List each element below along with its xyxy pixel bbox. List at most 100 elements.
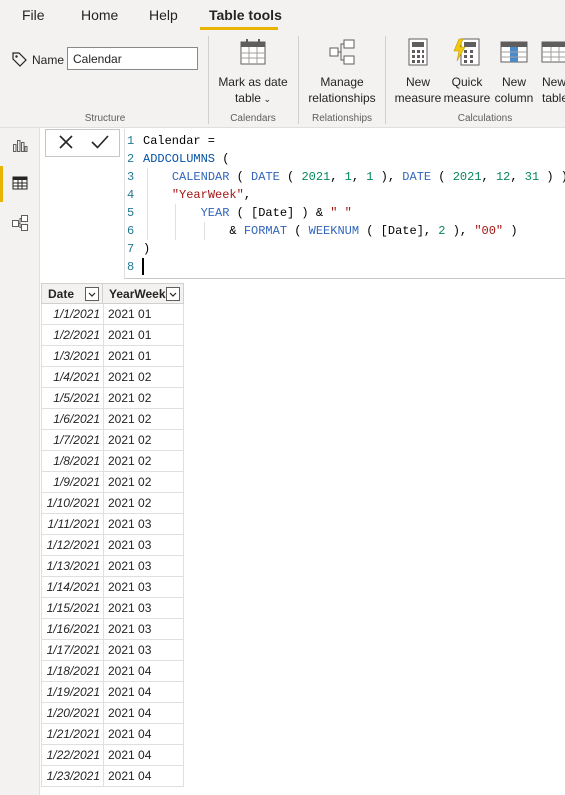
menu-tab-table-tools[interactable]: Table tools — [209, 7, 282, 23]
menu-bar: File Home Help Table tools — [0, 0, 565, 32]
code-line: 2 ADDCOLUMNS ( — [125, 150, 565, 168]
line-number: 3 — [127, 170, 135, 184]
table-row[interactable]: 1/11/2021 2021 03 — [41, 514, 184, 535]
column-divider — [103, 388, 104, 409]
mark-date-label-2: table ⌄ — [234, 91, 272, 105]
cancel-formula-button[interactable] — [48, 130, 84, 156]
table-row[interactable]: 1/21/2021 2021 04 — [41, 724, 184, 745]
model-view-icon — [11, 214, 29, 235]
date-cell: 1/14/2021 — [46, 580, 100, 594]
code-text: CALENDAR ( DATE ( 2021, 1, 1 ), DATE ( 2… — [171, 170, 565, 184]
table-row[interactable]: 1/12/2021 2021 03 — [41, 535, 184, 556]
date-cell: 1/19/2021 — [46, 685, 100, 699]
report-view-icon — [12, 137, 28, 156]
yearweek-cell: 2021 02 — [108, 412, 152, 426]
calculator-icon — [393, 38, 443, 70]
close-icon — [58, 134, 74, 153]
new-column-label-1: New — [501, 75, 526, 89]
menu-tab-help[interactable]: Help — [149, 7, 178, 23]
quick-measure-label-2: measure — [443, 91, 491, 105]
new-measure-label-1: New — [405, 75, 430, 89]
table-row[interactable]: 1/23/2021 2021 04 — [41, 766, 184, 787]
new-column-icon — [491, 38, 537, 70]
date-cell: 1/13/2021 — [46, 559, 100, 573]
code-text: "YearWeek", — [171, 188, 252, 202]
column-header-date[interactable]: Date — [41, 283, 103, 304]
yearweek-cell: 2021 03 — [108, 643, 152, 657]
ribbon: Name Structure Mark as date table ⌄ Cale… — [0, 32, 565, 128]
new-table-button[interactable]: New table — [537, 38, 565, 106]
code-line: 4 "YearWeek", — [125, 186, 565, 204]
yearweek-cell: 2021 02 — [108, 454, 152, 468]
date-cell: 1/3/2021 — [53, 349, 100, 363]
data-view-icon — [12, 175, 28, 194]
table-name-input[interactable] — [67, 47, 198, 70]
line-number: 7 — [127, 242, 135, 256]
filter-dropdown-button[interactable] — [85, 287, 99, 301]
table-row[interactable]: 1/2/2021 2021 01 — [41, 325, 184, 346]
calendar-icon — [212, 38, 294, 70]
manage-label-2: relationships — [308, 91, 376, 105]
table-row[interactable]: 1/8/2021 2021 02 — [41, 451, 184, 472]
code-line: 6 & FORMAT ( WEEKNUM ( [Date], 2 ), "00"… — [125, 222, 565, 240]
quick-measure-button[interactable]: Quick measure — [443, 38, 491, 106]
column-divider — [103, 598, 104, 619]
column-divider — [103, 346, 104, 367]
formula-editor[interactable]: 1 Calendar = 2 ADDCOLUMNS ( 3 CALENDAR ( D… — [124, 129, 565, 279]
code-line: 5 YEAR ( [Date] ) & " " — [125, 204, 565, 222]
table-row[interactable]: 1/9/2021 2021 02 — [41, 472, 184, 493]
date-cell: 1/1/2021 — [53, 307, 100, 321]
table-row[interactable]: 1/14/2021 2021 03 — [41, 577, 184, 598]
column-divider — [103, 325, 104, 346]
table-row[interactable]: 1/6/2021 2021 02 — [41, 409, 184, 430]
table-row[interactable]: 1/4/2021 2021 02 — [41, 367, 184, 388]
date-cell: 1/12/2021 — [46, 538, 100, 552]
group-label-calculations: Calculations — [457, 113, 513, 124]
table-row[interactable]: 1/1/2021 2021 01 — [41, 304, 184, 325]
column-header-yearweek[interactable]: YearWeek — [102, 283, 184, 304]
new-measure-button[interactable]: New measure — [393, 38, 443, 106]
new-table-icon — [541, 38, 565, 70]
manage-relationships-button[interactable]: Manage relationships — [302, 38, 382, 106]
yearweek-cell: 2021 03 — [108, 538, 152, 552]
mark-as-date-table-button[interactable]: Mark as date table ⌄ — [212, 38, 294, 107]
line-number: 6 — [127, 224, 135, 238]
table-row[interactable]: 1/3/2021 2021 01 — [41, 346, 184, 367]
report-view-button[interactable] — [0, 128, 40, 164]
column-divider — [103, 556, 104, 577]
data-view-button[interactable] — [0, 166, 40, 202]
table-row[interactable]: 1/16/2021 2021 03 — [41, 619, 184, 640]
new-column-button[interactable]: New column — [491, 38, 537, 106]
table-row[interactable]: 1/5/2021 2021 02 — [41, 388, 184, 409]
relationships-icon — [302, 38, 382, 70]
date-cell: 1/5/2021 — [53, 391, 100, 405]
yearweek-cell: 2021 02 — [108, 391, 152, 405]
table-row[interactable]: 1/22/2021 2021 04 — [41, 745, 184, 766]
yearweek-cell: 2021 02 — [108, 370, 152, 384]
table-row[interactable]: 1/17/2021 2021 03 — [41, 640, 184, 661]
table-row[interactable]: 1/20/2021 2021 04 — [41, 703, 184, 724]
model-view-button[interactable] — [0, 206, 40, 242]
menu-tab-file[interactable]: File — [22, 7, 45, 23]
filter-dropdown-button[interactable] — [166, 287, 180, 301]
yearweek-cell: 2021 01 — [108, 328, 152, 342]
date-cell: 1/2/2021 — [53, 328, 100, 342]
table-row[interactable]: 1/18/2021 2021 04 — [41, 661, 184, 682]
divider — [385, 36, 386, 124]
column-divider — [103, 367, 104, 388]
new-table-label-1: New — [542, 75, 565, 89]
yearweek-cell: 2021 03 — [108, 622, 152, 636]
column-divider — [103, 682, 104, 703]
menu-tab-home[interactable]: Home — [81, 7, 118, 23]
table-row[interactable]: 1/7/2021 2021 02 — [41, 430, 184, 451]
column-divider — [103, 451, 104, 472]
commit-formula-button[interactable] — [82, 130, 118, 156]
table-row[interactable]: 1/10/2021 2021 02 — [41, 493, 184, 514]
table-row[interactable]: 1/19/2021 2021 04 — [41, 682, 184, 703]
table-row[interactable]: 1/15/2021 2021 03 — [41, 598, 184, 619]
column-divider — [103, 409, 104, 430]
table-row[interactable]: 1/13/2021 2021 03 — [41, 556, 184, 577]
line-number: 5 — [127, 206, 135, 220]
date-cell: 1/23/2021 — [46, 769, 100, 783]
column-divider — [103, 514, 104, 535]
